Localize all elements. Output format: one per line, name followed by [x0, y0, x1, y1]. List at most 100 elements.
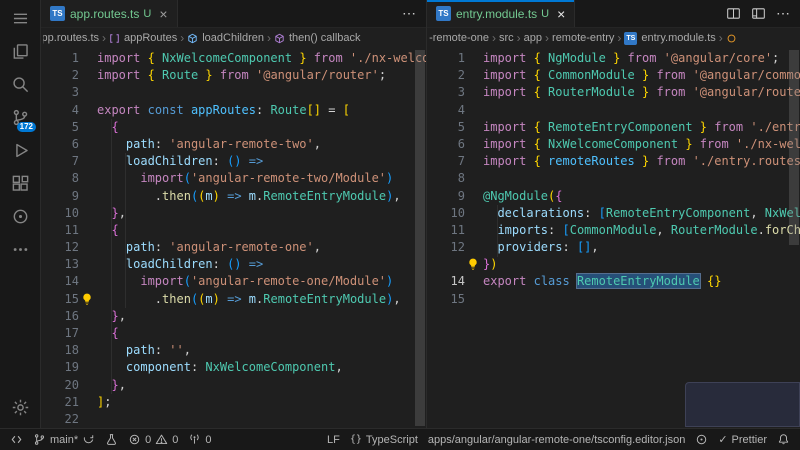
glyph-margin	[79, 67, 97, 84]
tsconfig-item[interactable]: apps/angular/angular-remote-one/tsconfig…	[423, 429, 690, 450]
code-line[interactable]: 2import { CommonModule } from '@angular/…	[427, 67, 800, 84]
glyph-margin	[79, 153, 97, 170]
code-line[interactable]: 3import { RouterModule } from '@angular/…	[427, 84, 800, 101]
editor-right[interactable]: 1import { NgModule } from '@angular/core…	[427, 48, 800, 428]
code-line[interactable]: 1import { NgModule } from '@angular/core…	[427, 50, 800, 67]
code-line[interactable]: 4export const appRoutes: Route[] = [	[41, 102, 426, 119]
remote-indicator[interactable]	[5, 429, 28, 450]
close-icon[interactable]: ×	[557, 7, 565, 21]
bell-icon	[777, 433, 790, 446]
code-line[interactable]: 6import { NxWelcomeComponent } from './n…	[427, 136, 800, 153]
code-line[interactable]: 13 loadChildren: () =>	[41, 256, 426, 273]
customize-layout-icon[interactable]	[751, 6, 766, 21]
broadcast-item[interactable]	[690, 429, 713, 450]
breadcrumb-folder[interactable]: app	[524, 32, 542, 44]
code-line[interactable]: 9 .then((m) => m.RemoteEntryModule),	[41, 188, 426, 205]
code-line[interactable]: 15 .then((m) => m.RemoteEntryModule),	[41, 291, 426, 308]
additional-views-button[interactable]	[0, 233, 40, 266]
line-number: 2	[427, 67, 465, 84]
line-number: 18	[41, 342, 79, 359]
code-line[interactable]: 14export class RemoteEntryModule {}	[427, 273, 800, 290]
code-text: path: '',	[97, 342, 191, 359]
code-line[interactable]: 10 },	[41, 205, 426, 222]
status-bar: main* 0 0 0 LF {} TypeScrip	[0, 428, 800, 450]
more-actions-icon[interactable]: ⋯	[776, 5, 791, 22]
glyph-margin	[79, 84, 97, 101]
code-line[interactable]: 19 component: NxWelcomeComponent,	[41, 359, 426, 376]
close-icon[interactable]: ×	[159, 7, 167, 21]
code-line[interactable]: 1import { NxWelcomeComponent } from './n…	[41, 50, 426, 67]
breadcrumb-folder[interactable]: src	[499, 32, 514, 44]
code-line[interactable]: 16 },	[41, 308, 426, 325]
eol-indicator[interactable]: LF	[322, 429, 345, 450]
breadcrumb-file[interactable]: TS entry.module.ts	[624, 32, 715, 45]
code-line[interactable]: 6 path: 'angular-remote-two',	[41, 136, 426, 153]
editor-left[interactable]: 1import { NxWelcomeComponent } from './n…	[41, 48, 426, 428]
code-line[interactable]: 18 path: '',	[41, 342, 426, 359]
code-line[interactable]: 11 imports: [CommonModule, RouterModule.…	[427, 222, 800, 239]
beaker-item[interactable]	[100, 429, 123, 450]
formatter-item[interactable]: ✓ Prettier	[713, 429, 772, 450]
code-line[interactable]: 5 {	[41, 119, 426, 136]
code-text: loadChildren: () =>	[97, 153, 263, 170]
code-line[interactable]: 20 },	[41, 377, 426, 394]
git-branch-item[interactable]: main*	[28, 429, 100, 450]
manage-button[interactable]	[0, 391, 40, 424]
editor-group-right: TS entry.module.ts U × ⋯ angular-remote-…	[427, 0, 800, 428]
menu-button[interactable]	[0, 2, 40, 35]
code-line[interactable]: 4	[427, 102, 800, 119]
sidebar-item-remote-explorer[interactable]	[0, 200, 40, 233]
code-line[interactable]: 11 {	[41, 222, 426, 239]
notification-toast	[685, 382, 800, 427]
code-text: import { RouterModule } from '@angular/r…	[483, 84, 800, 101]
git-branch-icon	[33, 433, 46, 446]
tab-entry-module-ts[interactable]: TS entry.module.ts U ×	[427, 0, 575, 27]
code-line[interactable]: 10 declarations: [RemoteEntryComponent, …	[427, 205, 800, 222]
notifications-bell[interactable]	[772, 429, 795, 450]
code-line[interactable]: 7 loadChildren: () =>	[41, 153, 426, 170]
code-line[interactable]: 9@NgModule({	[427, 188, 800, 205]
breadcrumb-folder[interactable]: angular-remote-one	[429, 32, 489, 44]
code-line[interactable]: 21];	[41, 394, 426, 411]
code-text: declarations: [RemoteEntryComponent, NxW…	[483, 205, 800, 222]
code-line[interactable]: 5import { RemoteEntryComponent } from '.…	[427, 119, 800, 136]
code-line[interactable]: 12 providers: [],	[427, 239, 800, 256]
run-debug-icon	[11, 141, 30, 160]
scrollbar-left[interactable]	[414, 48, 426, 428]
split-editor-icon[interactable]	[726, 6, 741, 21]
tab-app-routes-ts[interactable]: TS app.routes.ts U ×	[41, 0, 178, 27]
glyph-margin	[79, 136, 97, 153]
more-actions-icon[interactable]: ⋯	[402, 5, 417, 22]
code-line[interactable]: 3	[41, 84, 426, 101]
breadcrumb-symbol-then-callback[interactable]: then() callback	[274, 32, 361, 44]
breadcrumb-folder[interactable]: remote-entry	[552, 32, 614, 44]
ports-item[interactable]: 0	[183, 429, 216, 450]
code-line[interactable]: 22	[41, 411, 426, 428]
code-line[interactable]: })	[427, 256, 800, 273]
glyph-margin	[465, 84, 483, 101]
code-line[interactable]: 15	[427, 291, 800, 308]
code-line[interactable]: 8	[427, 170, 800, 187]
code-line[interactable]: 7import { remoteRoutes } from './entry.r…	[427, 153, 800, 170]
line-number: 9	[427, 188, 465, 205]
sidebar-item-search[interactable]	[0, 68, 40, 101]
code-line[interactable]: 12 path: 'angular-remote-one',	[41, 239, 426, 256]
sidebar-item-run-debug[interactable]	[0, 134, 40, 167]
breadcrumb-symbol-loadchildren[interactable]: loadChildren	[187, 32, 264, 44]
breadcrumb-symbol-approutes[interactable]: appRoutes	[109, 32, 177, 44]
code-line[interactable]: 17 {	[41, 325, 426, 342]
editor-group-left: TS app.routes.ts U × ⋯ app.routes.ts › a…	[41, 0, 427, 428]
code-line[interactable]: 14 import('angular-remote-one/Module')	[41, 273, 426, 290]
lightbulb-icon[interactable]	[466, 257, 480, 271]
code-line[interactable]: 2import { Route } from '@angular/router'…	[41, 67, 426, 84]
breadcrumb-file[interactable]: app.routes.ts	[43, 32, 99, 44]
code-line[interactable]: 8 import('angular-remote-two/Module')	[41, 170, 426, 187]
scrollbar-right[interactable]	[788, 48, 800, 428]
language-mode-item[interactable]: {} TypeScript	[345, 429, 423, 450]
problems-item[interactable]: 0 0	[123, 429, 183, 450]
error-icon	[128, 433, 141, 446]
sidebar-item-source-control[interactable]: 172	[0, 101, 40, 134]
sidebar-item-extensions[interactable]	[0, 167, 40, 200]
sidebar-item-explorer[interactable]	[0, 35, 40, 68]
lightbulb-icon[interactable]	[80, 292, 94, 306]
